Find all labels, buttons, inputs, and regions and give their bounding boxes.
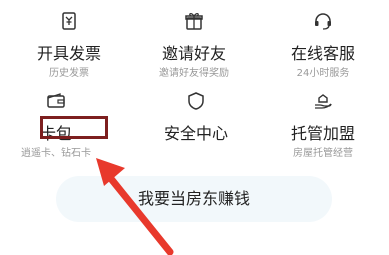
card-wallet-subtitle: 逍遥卡、钻石卡	[21, 148, 91, 159]
wallet-icon	[45, 90, 67, 112]
hand-house-icon	[312, 90, 334, 112]
invoice-title: 开具发票	[36, 44, 101, 63]
hosting-title: 托管加盟	[290, 124, 355, 143]
service-grid-page: 开具发票 历史发票 邀请好友 邀请好友得奖励 在线客服 24小时服务 卡包 逍遥…	[0, 0, 389, 255]
security-title: 安全中心	[163, 124, 228, 143]
grid-item-security[interactable]: 安全中心	[131, 80, 261, 158]
invoice-icon	[58, 10, 80, 32]
invite-subtitle: 邀请好友得奖励	[159, 68, 229, 79]
headset-icon	[312, 10, 334, 32]
invite-title: 邀请好友	[161, 44, 226, 63]
hosting-subtitle: 房屋托管经营	[293, 148, 353, 159]
shield-icon	[185, 90, 207, 112]
grid-item-hosting[interactable]: 托管加盟 房屋托管经营	[258, 80, 388, 159]
grid-item-invite[interactable]: 邀请好友 邀请好友得奖励	[129, 0, 259, 79]
grid-item-invoice[interactable]: 开具发票 历史发票	[4, 0, 134, 79]
highlight-box	[40, 116, 108, 139]
support-subtitle: 24小时服务	[296, 68, 350, 79]
gift-icon	[183, 10, 205, 32]
grid-item-support[interactable]: 在线客服 24小时服务	[258, 0, 388, 79]
invoice-subtitle: 历史发票	[49, 68, 89, 79]
support-title: 在线客服	[290, 44, 355, 63]
become-landlord-button[interactable]: 我要当房东赚钱	[56, 176, 332, 222]
